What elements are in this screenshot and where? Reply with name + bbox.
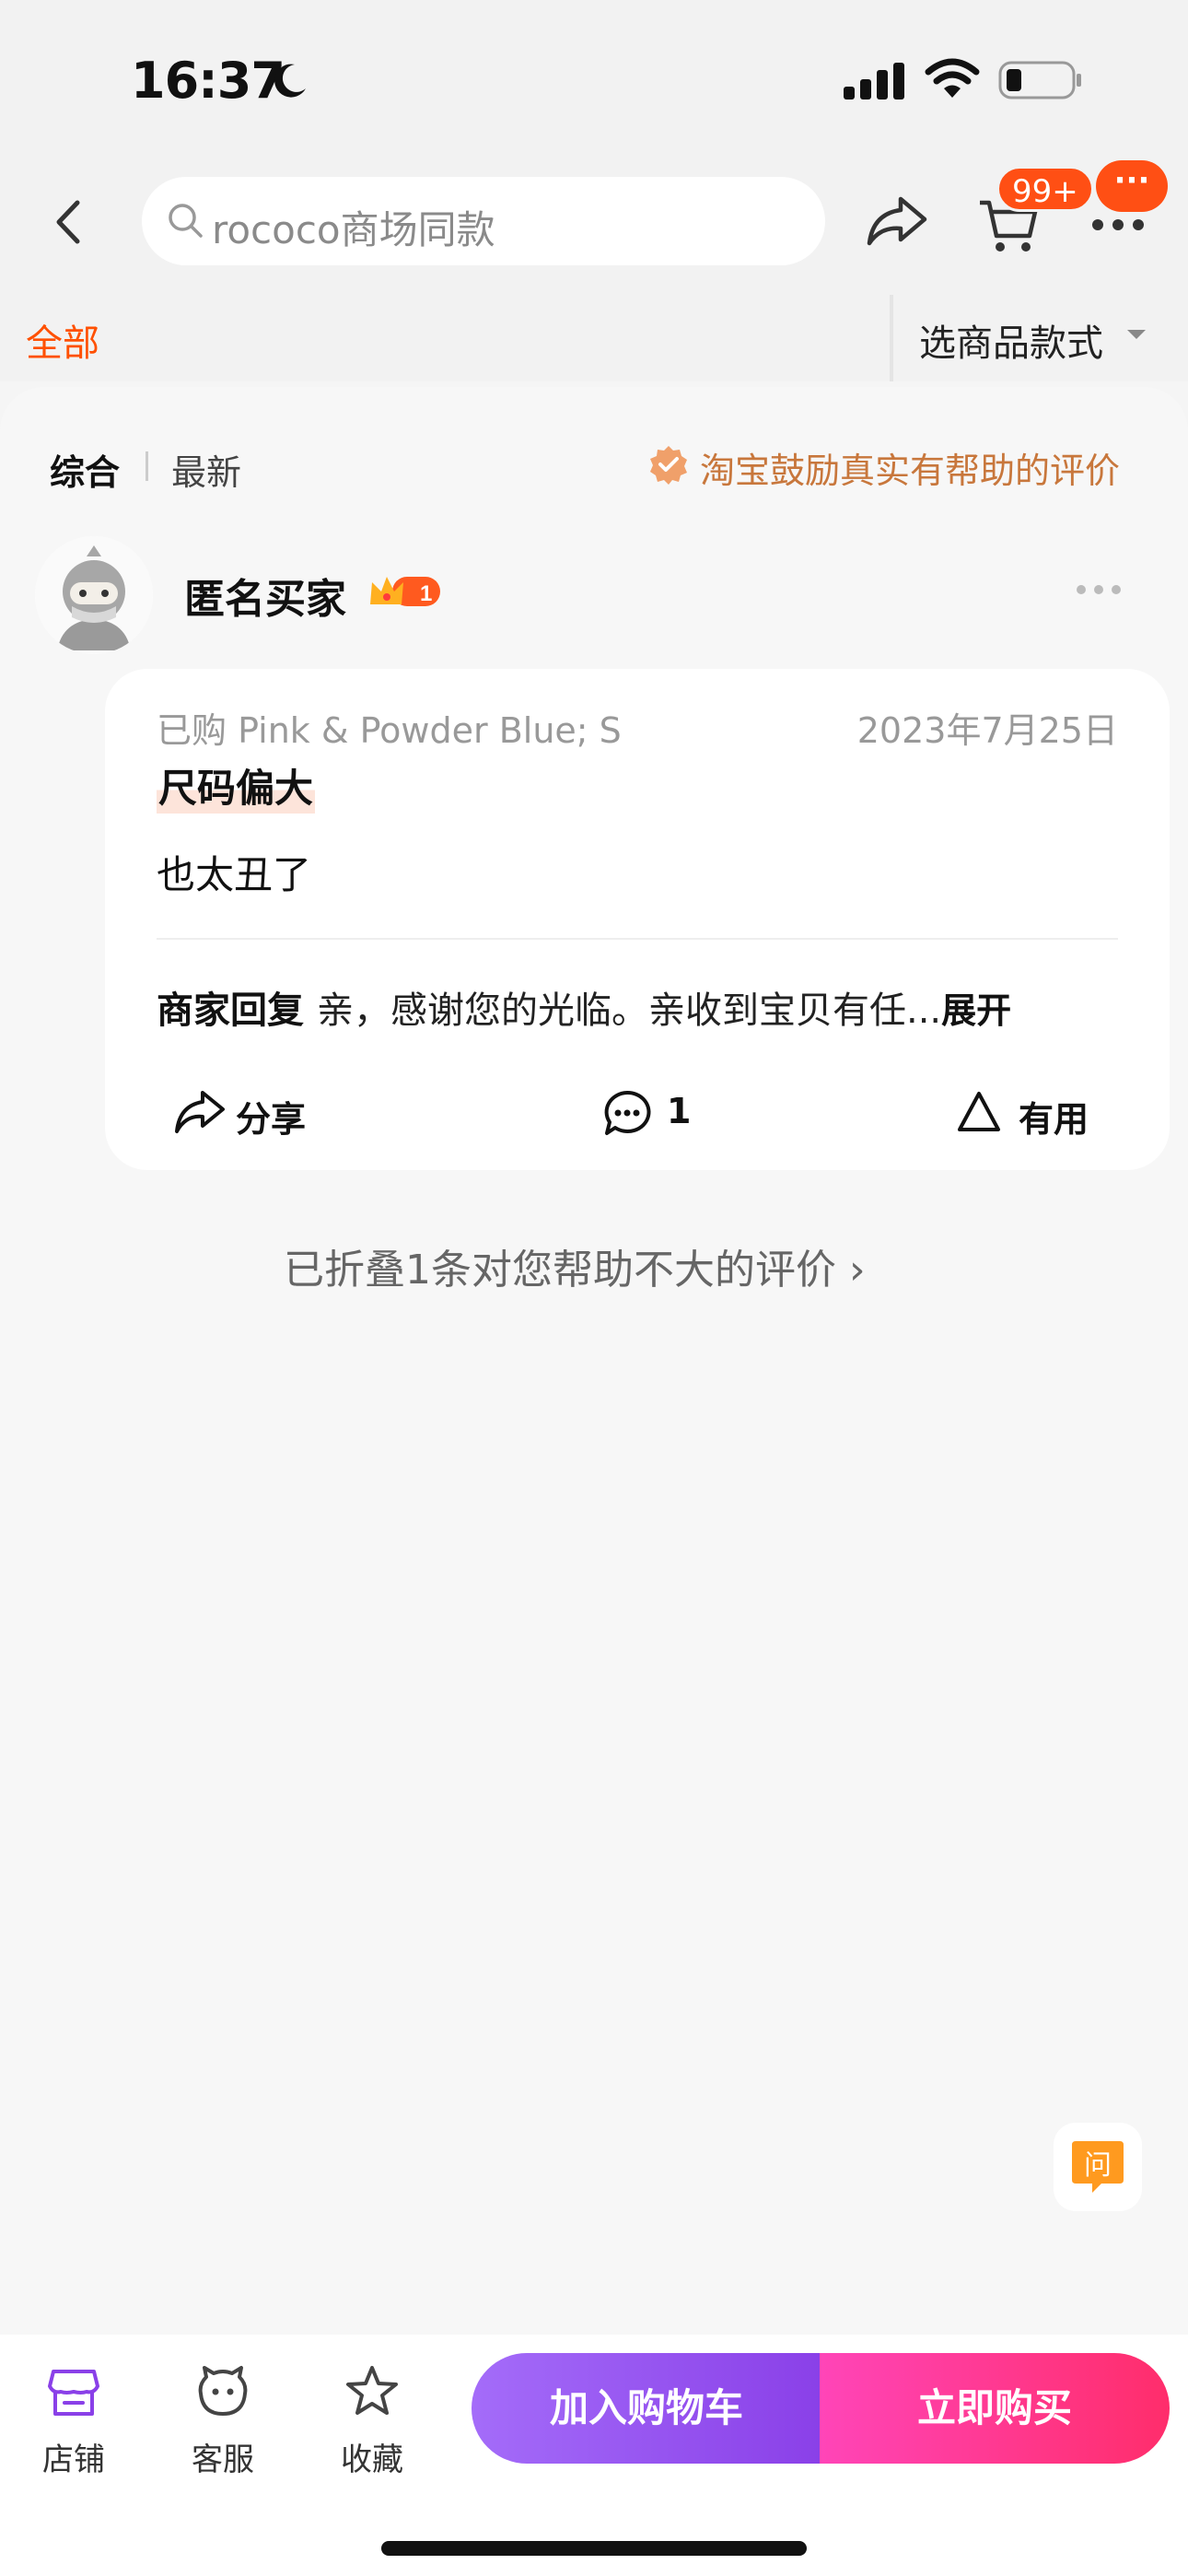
review-text: 也太丑了 — [157, 852, 312, 897]
filter-style-dropdown[interactable]: 选商品款式 — [919, 313, 1103, 367]
filter-bar: 全部 选商品款式 — [0, 287, 1188, 381]
message-badge[interactable]: ··· — [1096, 160, 1168, 212]
ask-icon: 问 — [1072, 2141, 1124, 2193]
share-icon — [175, 1091, 225, 1133]
expand-link[interactable]: 展开 — [941, 990, 1011, 1031]
verified-badge-icon — [650, 446, 687, 485]
sort-comprehensive-tab[interactable]: 综合 — [50, 444, 120, 495]
share-icon[interactable] — [866, 193, 928, 249]
encourage-text[interactable]: 淘宝鼓励真实有帮助的评价 — [700, 442, 1120, 493]
sort-divider — [146, 451, 148, 481]
review-tag: 尺码偏大 — [157, 757, 316, 814]
share-label: 分享 — [236, 1099, 307, 1140]
battery-icon — [998, 61, 1081, 100]
favorite-label: 收藏 — [341, 2441, 403, 2478]
review-panel: 综合 最新 淘宝鼓励真实有帮助的评价 匿名买家 1 已购 Pink & Powd… — [0, 387, 1188, 2340]
search-placeholder: rococo商场同款 — [212, 207, 495, 252]
filter-divider — [890, 295, 893, 381]
moon-icon — [274, 64, 306, 98]
service-label: 客服 — [192, 2441, 254, 2478]
signal-icon — [844, 63, 904, 100]
ask-label: 问 — [1084, 2149, 1112, 2182]
ask-button[interactable]: 问 — [1054, 2123, 1142, 2211]
review-date: 2023年7月25日 — [856, 710, 1118, 751]
reviewer-name: 匿名买家 — [184, 576, 346, 623]
more-icon[interactable] — [1090, 216, 1146, 234]
review-card: 已购 Pink & Powder Blue; S 2023年7月25日 尺码偏大… — [105, 669, 1170, 1170]
search-icon — [169, 204, 203, 238]
store-icon — [48, 2370, 99, 2416]
filter-all-tab[interactable]: 全部 — [26, 313, 99, 367]
level-number: 1 — [420, 581, 432, 606]
comment-count: 1 — [667, 1091, 692, 1131]
store-label: 店铺 — [42, 2441, 105, 2478]
merchant-reply[interactable]: 商家回复 亲，感谢您的光临。亲收到宝贝有任...展开 — [157, 980, 1011, 1034]
service-button[interactable]: 客服 — [168, 2355, 278, 2478]
useful-triangle-icon — [958, 1092, 1000, 1131]
nav-bar: rococo商场同款 99+ ··· — [0, 157, 1188, 287]
status-bar: 16:37 — [0, 0, 1188, 157]
status-time: 16:37 — [131, 52, 285, 110]
purchased-variant: 已购 Pink & Powder Blue; S — [157, 710, 622, 751]
merchant-reply-label: 商家回复 — [157, 989, 304, 1032]
bottom-bar: 店铺 客服 收藏 加入购物车 立即购买 — [0, 2335, 1188, 2576]
crown-level-badge-icon: 1 — [370, 577, 440, 606]
review-more-icon[interactable] — [1074, 582, 1124, 597]
sort-newest-tab[interactable]: 最新 — [171, 444, 241, 495]
wifi-icon — [925, 58, 980, 98]
customer-service-icon — [198, 2366, 248, 2416]
caret-down-icon — [1127, 330, 1146, 339]
add-to-cart-button[interactable]: 加入购物车 — [472, 2353, 821, 2464]
anonymous-avatar-icon — [35, 536, 153, 654]
home-indicator — [381, 2541, 807, 2556]
search-input[interactable]: rococo商场同款 — [142, 177, 825, 265]
folded-reviews-link[interactable]: 已折叠1条对您帮助不大的评价 › — [284, 1236, 866, 1295]
avatar — [35, 536, 153, 654]
store-button[interactable]: 店铺 — [18, 2355, 129, 2478]
star-icon — [346, 2366, 398, 2415]
merchant-reply-text: 亲，感谢您的光临。亲收到宝贝有任... — [317, 989, 942, 1032]
comment-icon — [604, 1090, 651, 1135]
card-divider — [157, 938, 1118, 940]
back-icon[interactable] — [46, 197, 96, 247]
favorite-button[interactable]: 收藏 — [317, 2355, 427, 2478]
useful-label: 有用 — [1019, 1099, 1089, 1140]
cart-badge: 99+ — [996, 166, 1094, 212]
buy-now-button[interactable]: 立即购买 — [820, 2353, 1170, 2464]
